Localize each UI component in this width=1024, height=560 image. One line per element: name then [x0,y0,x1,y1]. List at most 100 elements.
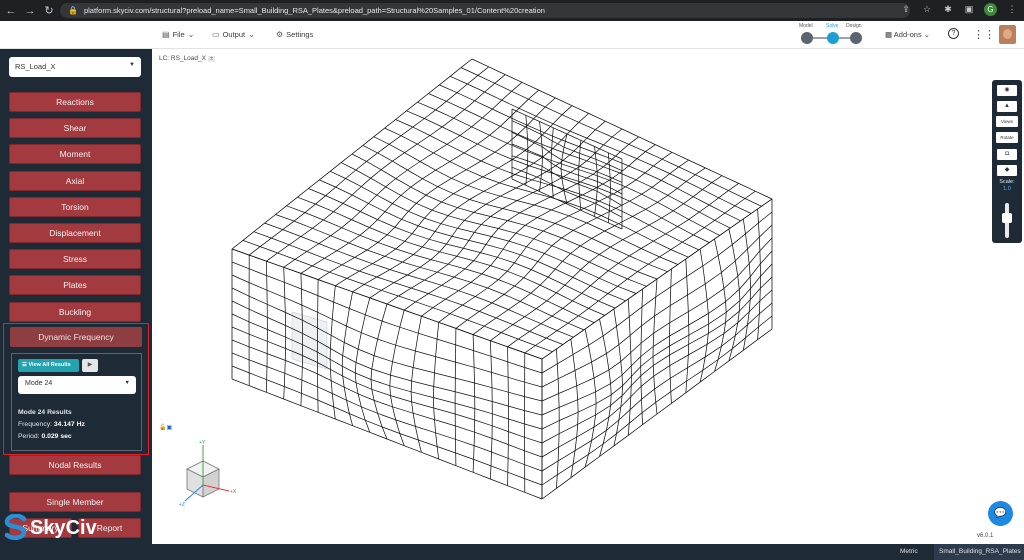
solve-step-icon[interactable] [827,32,839,44]
camera-icon[interactable]: ◘ [997,149,1017,160]
mesh-line [584,328,597,468]
mesh-line [728,228,741,362]
scale-slider-thumb[interactable] [1002,213,1012,223]
scale-value: 1.0 [1003,186,1011,192]
mesh-line [231,365,543,486]
mesh-line [438,151,673,323]
result-button-plates[interactable]: Plates [9,275,141,296]
chat-icon[interactable]: 💬 [988,501,1013,526]
file-icon: ▤ [162,30,170,39]
chevron-down-icon: ⌄ [923,30,931,39]
eye-icon[interactable]: ◉ [997,85,1017,96]
result-button-shear[interactable]: Shear [9,118,141,139]
browser-actions: ⇪ ☆ ✱ ▣ G ⋮ [900,3,1018,16]
frequency-readout: Frequency: 34.147 Hz [18,421,85,428]
dynamic-frequency-panel: ☰ View All Results ▶ Mode 24 ▼ Mode 24 R… [11,353,142,451]
period-readout: Period: 0.029 sec [18,433,72,440]
view-cube[interactable]: +X +Y +Z [179,440,237,508]
file-menu[interactable]: ▤ File ⌄ [162,30,194,39]
mesh-line [742,218,751,351]
result-button-buckling[interactable]: Buckling [9,301,141,322]
addons-menu[interactable]: ▦ Add-ons ⌄ [885,30,930,39]
single-member-button[interactable]: Single Member [9,492,141,512]
mesh-line [570,338,579,478]
mesh-line [231,352,543,472]
mesh-line [507,346,509,486]
mesh-line [389,310,405,446]
units-label[interactable]: Metric [900,548,918,555]
nodal-results-button[interactable]: Nodal Results [9,455,141,475]
forward-icon[interactable]: → [22,3,38,19]
mesh-line [454,328,457,466]
chevron-down-icon: ⌄ [187,30,195,39]
skyciv-logo-icon [4,513,27,541]
mode-select[interactable]: Mode 24 ▼ [18,376,136,394]
mode-results-title: Mode 24 Results [18,409,72,416]
skyciv-logo: SkyCiv [4,513,114,544]
model-canvas[interactable]: LC: RS_Load_X ± +X +Y +Z 🔓▣ ◉ ▲ Views Ro… [152,49,1024,544]
mesh-line [266,261,268,393]
chevron-down-icon: ⌄ [248,30,255,39]
back-icon[interactable]: ← [3,3,19,19]
more-icon[interactable]: ⋮ [1006,4,1018,15]
z-axis-label: +Z [179,502,185,508]
step-label-solve: Solve [826,23,839,29]
status-bar: Metric Small_Building_RSA_Plates [152,544,1024,560]
mesh-line [489,340,493,480]
view-all-results-button[interactable]: ☰ View All Results [18,359,79,372]
cube-icon[interactable]: ◆ [997,165,1017,176]
lock-view-icon[interactable]: 🔓▣ [159,424,172,431]
sidepanel-icon[interactable]: ▣ [963,4,975,15]
deformed-mesh-view[interactable]: +X +Y +Z [152,49,1024,544]
star-icon[interactable]: ☆ [921,4,933,15]
output-menu[interactable]: ▭ Output ⌄ [212,30,255,39]
model-step-icon[interactable] [801,32,813,44]
result-button-torsion[interactable]: Torsion [9,196,141,217]
caret-down-icon: ▼ [124,380,130,386]
address-bar[interactable]: 🔒 platform.skyciv.com/structural?preload… [60,3,910,18]
views-button[interactable]: Views [996,116,1018,127]
mesh-line [524,190,756,354]
help-icon[interactable]: ? [948,28,959,39]
mesh-line [472,334,476,473]
load-case-select[interactable]: RS_Load_X ▼ [9,57,141,77]
scale-label: Scale: [999,179,1015,185]
share-icon[interactable]: ⇪ [900,4,912,15]
mesh-line [757,208,761,340]
rotate-button[interactable]: Rotate [996,132,1018,143]
results-sidebar: RS_Load_X ▼ Reactions Shear Moment Axial Tor… [0,49,152,560]
mesh-line [541,276,773,444]
mesh-line [330,170,637,294]
browser-toolbar: ← → ↻ 🔒 platform.skyciv.com/structural?p… [0,0,1024,21]
result-button-displacement[interactable]: Displacement [9,223,141,243]
mesh-line [231,378,543,500]
mesh-line [433,322,440,460]
result-button-moment[interactable]: Moment [9,144,141,165]
skyciv-logo-text: SkyCiv [30,517,97,539]
gear-icon: ⚙ [276,30,284,39]
mesh-line [455,159,689,329]
reload-icon[interactable]: ↻ [41,3,57,19]
plate-mesh [231,58,773,500]
design-step-icon[interactable] [850,32,862,44]
mesh-line [421,144,656,317]
monitor-icon: ▭ [212,30,220,39]
image-icon[interactable]: ▲ [997,101,1017,112]
result-button-reactions[interactable]: Reactions [9,92,141,112]
mesh-line [541,237,773,402]
result-button-axial[interactable]: Axial [9,170,141,191]
x-axis-label: +X [230,489,237,495]
profile-avatar[interactable]: G [984,3,997,16]
dynamic-frequency-button[interactable]: Dynamic Frequency [10,327,142,347]
extensions-icon[interactable]: ✱ [942,4,954,15]
mesh-line [439,84,741,222]
user-avatar[interactable] [999,25,1016,44]
result-button-stress[interactable]: Stress [9,249,141,270]
grid-small-icon: ▦ [885,30,893,39]
settings-menu[interactable]: ⚙ Settings [276,30,313,39]
play-animation-button[interactable]: ▶ [82,359,98,372]
mesh-line [460,67,762,207]
mesh-line [599,318,612,457]
mesh-line [541,263,773,430]
mesh-line [352,113,589,293]
